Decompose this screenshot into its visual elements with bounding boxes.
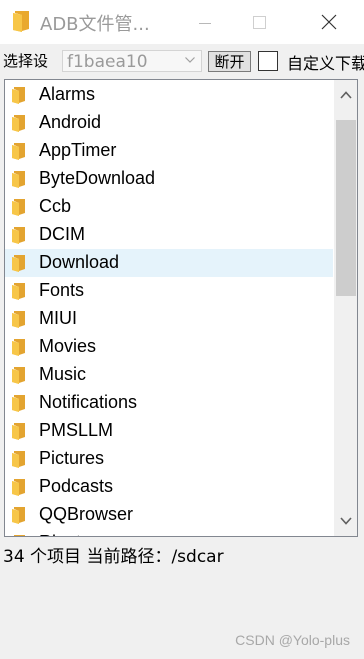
- folder-icon: [12, 87, 25, 104]
- list-item-label: Notifications: [39, 392, 138, 412]
- device-select[interactable]: f1baea10: [62, 50, 202, 72]
- folder-icon: [12, 311, 25, 328]
- list-item-label: PMSLLM: [39, 420, 114, 440]
- list-item-label: ByteDownload: [39, 168, 156, 188]
- list-item-label: Podcasts: [39, 476, 114, 496]
- folder-icon: [12, 283, 25, 300]
- folder-icon: [12, 423, 25, 440]
- folder-icon: [12, 115, 25, 132]
- folder-icon: [12, 255, 25, 272]
- list-item-label: Music: [39, 364, 87, 384]
- list-item[interactable]: Alarms: [5, 81, 333, 109]
- toolbar: 选择设 f1baea10 断开 自定义下载: [0, 44, 364, 78]
- list-item-label: QQBrowser: [39, 504, 134, 524]
- maximize-button[interactable]: [236, 0, 282, 44]
- folder-icon: [12, 171, 25, 188]
- folder-icon: [12, 479, 25, 496]
- chevron-up-icon: [340, 91, 352, 99]
- folder-icon: [12, 227, 25, 244]
- list-item[interactable]: Podcasts: [5, 473, 333, 501]
- list-item[interactable]: ByteDownload: [5, 165, 333, 193]
- list-item-label: Alarms: [39, 84, 96, 104]
- list-item-label: Ccb: [39, 196, 72, 216]
- status-text: 34 个项目 当前路径：/sdcar: [3, 547, 224, 567]
- scroll-down-button[interactable]: [334, 506, 357, 536]
- list-item[interactable]: AppTimer: [5, 137, 333, 165]
- chevron-down-icon: [340, 517, 352, 525]
- list-item[interactable]: DCIM: [5, 221, 333, 249]
- folder-icon: [12, 395, 25, 412]
- file-list[interactable]: Alarms Android AppTimer ByteDownload Ccb DCIM…: [4, 79, 358, 537]
- folder-icon: [12, 507, 25, 524]
- list-item-label: Fonts: [39, 280, 85, 300]
- list-item-label: Movies: [39, 336, 97, 356]
- list-item-label: DCIM: [39, 224, 85, 244]
- list-item[interactable]: MIUI: [5, 305, 333, 333]
- list-item[interactable]: Ringtones: [5, 529, 333, 536]
- folder-icon: [12, 451, 25, 468]
- window-title: ADB文件管...: [40, 14, 150, 35]
- custom-download-label[interactable]: 自定义下载: [287, 50, 364, 74]
- list-item-label: Pictures: [39, 448, 105, 468]
- app-window: ADB文件管... 选择设 f1baea10 断开 自定义下载 Alarms An…: [0, 0, 364, 659]
- vertical-scrollbar[interactable]: [334, 80, 357, 536]
- list-item[interactable]: Music: [5, 361, 333, 389]
- list-item[interactable]: PMSLLM: [5, 417, 333, 445]
- folder-icon: [12, 367, 25, 384]
- folder-icon: [12, 199, 25, 216]
- list-item-label: Download: [39, 252, 120, 272]
- device-select-value: f1baea10: [67, 52, 148, 72]
- folder-icon: [12, 339, 25, 356]
- list-item[interactable]: Download: [5, 249, 333, 277]
- folder-icon: [12, 143, 25, 160]
- list-item[interactable]: Pictures: [5, 445, 333, 473]
- list-item[interactable]: Notifications: [5, 389, 333, 417]
- list-item[interactable]: Android: [5, 109, 333, 137]
- folder-icon: [14, 535, 25, 536]
- maximize-icon: [252, 15, 266, 29]
- list-item-label: AppTimer: [39, 140, 117, 160]
- title-bar[interactable]: ADB文件管...: [0, 0, 364, 44]
- chevron-down-icon: [185, 57, 195, 63]
- scroll-up-button[interactable]: [334, 80, 357, 110]
- list-item[interactable]: Fonts: [5, 277, 333, 305]
- close-icon: [321, 14, 337, 30]
- close-button[interactable]: [306, 0, 352, 44]
- list-item[interactable]: Ccb: [5, 193, 333, 221]
- list-item[interactable]: QQBrowser: [5, 501, 333, 529]
- minimize-button[interactable]: [182, 0, 228, 44]
- device-select-label: 选择设: [3, 52, 49, 70]
- watermark: CSDN @Yolo-plus: [235, 632, 350, 648]
- folder-app-icon: [13, 11, 29, 32]
- list-item-label: MIUI: [39, 308, 77, 328]
- list-item-label: Android: [39, 112, 102, 132]
- list-item[interactable]: Movies: [5, 333, 333, 361]
- scroll-thumb[interactable]: [336, 120, 356, 296]
- minimize-icon: [199, 22, 211, 24]
- disconnect-button[interactable]: 断开: [208, 51, 251, 72]
- file-list-items: Alarms Android AppTimer ByteDownload Ccb DCIM…: [5, 81, 333, 536]
- list-item-label: Ringtones: [39, 532, 120, 536]
- custom-download-checkbox[interactable]: [258, 51, 278, 71]
